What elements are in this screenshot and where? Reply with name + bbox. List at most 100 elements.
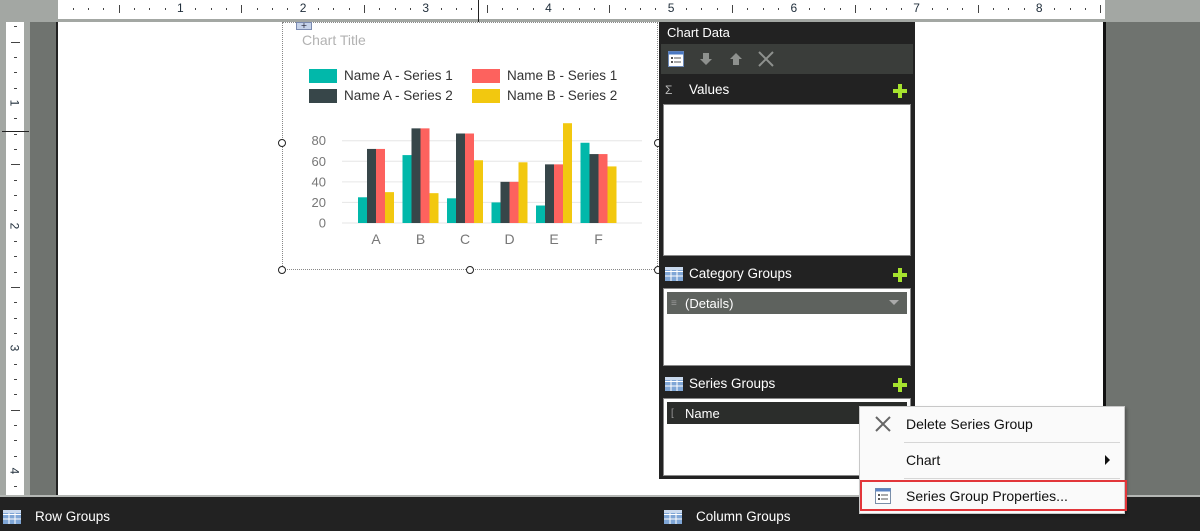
page-gutter (30, 22, 56, 495)
ruler-tick (732, 5, 734, 13)
ruler-label: 1 (177, 1, 184, 15)
ruler-tick (1008, 8, 1010, 10)
add-value-button[interactable] (893, 84, 907, 98)
chart-anchor-icon[interactable]: + (296, 22, 312, 30)
ruler-tick (701, 8, 703, 10)
bar[interactable] (402, 155, 412, 223)
vertical-ruler-cursor-marker (2, 131, 29, 132)
bar[interactable] (509, 181, 519, 223)
menu-item-chart[interactable]: Chart (860, 444, 1126, 476)
ruler-tick (716, 8, 718, 10)
ruler-tick (164, 8, 166, 10)
category-groups-drop-zone[interactable]: ≡ (Details) (663, 288, 911, 366)
grid-icon (664, 509, 682, 524)
bar[interactable] (554, 164, 563, 223)
chevron-down-icon[interactable] (889, 300, 899, 305)
legend-label: Name B - Series 1 (507, 68, 618, 83)
move-down-icon[interactable] (697, 50, 715, 68)
ruler-label: 2 (7, 222, 22, 230)
bar[interactable] (420, 128, 430, 223)
legend-item: Name B - Series 1 (472, 68, 617, 83)
ruler-tick (287, 8, 289, 10)
bar[interactable] (385, 192, 394, 223)
row-groups-label: Row Groups (35, 509, 111, 524)
bar[interactable] (580, 142, 590, 223)
ruler-tick (14, 210, 17, 212)
move-up-icon[interactable] (727, 50, 745, 68)
ruler-label: 5 (667, 1, 675, 15)
bar[interactable] (456, 133, 465, 223)
vertical-ruler: 1 2 3 4 (6, 22, 24, 495)
ruler-tick (195, 8, 197, 10)
values-drop-zone[interactable] (663, 104, 911, 256)
ruler-tick (640, 8, 642, 10)
ruler-tick (14, 440, 17, 442)
ruler-tick (14, 486, 17, 488)
add-category-group-button[interactable] (893, 268, 907, 282)
x-tick-label: A (371, 231, 381, 247)
bar[interactable] (563, 123, 572, 223)
values-section-title: Σ Values (665, 82, 729, 97)
ruler-label: 2 (299, 1, 307, 15)
bar[interactable] (500, 181, 510, 223)
ruler-tick (778, 8, 780, 10)
x-tick-label: E (549, 231, 558, 247)
series-groups-title: Series Groups (665, 376, 775, 391)
resize-handle-left[interactable] (278, 139, 286, 147)
menu-separator (904, 442, 1120, 443)
legend-label: Name A - Series 2 (344, 88, 453, 103)
ruler-tick (931, 8, 933, 10)
drag-handle-icon[interactable]: ≡ (671, 298, 685, 309)
menu-item-delete-series-group[interactable]: Delete Series Group (860, 408, 1126, 440)
add-series-group-button[interactable] (893, 378, 907, 392)
legend-item: Name A - Series 1 (309, 68, 453, 83)
bar[interactable] (367, 148, 376, 223)
ruler-tick (11, 41, 20, 43)
bar[interactable] (607, 166, 617, 223)
ruler-tick (118, 5, 120, 13)
category-group-item[interactable]: ≡ (Details) (667, 292, 907, 314)
ruler-tick (14, 302, 17, 304)
resize-handle-bottom[interactable] (466, 266, 474, 274)
ruler-tick (14, 26, 17, 28)
ruler-tick (563, 8, 565, 10)
bar[interactable] (598, 154, 608, 223)
legend-swatch (309, 88, 337, 103)
ruler-label: 6 (790, 1, 798, 15)
drag-handle-icon[interactable]: [ (671, 408, 685, 419)
bar[interactable] (536, 205, 545, 223)
bar[interactable] (376, 148, 385, 223)
ruler-tick (14, 195, 17, 197)
ruler-tick (854, 5, 856, 13)
bar[interactable] (474, 160, 483, 223)
ruler-tick (14, 179, 17, 181)
ruler-tick (11, 409, 20, 411)
chart-title[interactable]: Chart Title (302, 32, 366, 48)
properties-icon[interactable] (667, 50, 685, 68)
ruler-tick (348, 8, 350, 10)
ruler-label: 1 (7, 99, 22, 107)
bar[interactable] (447, 198, 456, 223)
bar[interactable] (411, 128, 421, 223)
bar[interactable] (589, 154, 599, 223)
horizontal-ruler: 1 2 3 4 5 6 7 8 (58, 0, 1105, 19)
ruler-tick (87, 8, 89, 10)
resize-handle-bottom-left[interactable] (278, 266, 286, 274)
ruler-tick (14, 317, 17, 319)
context-menu: Delete Series Group Chart Series Group P… (859, 406, 1127, 514)
grid-icon (665, 376, 683, 391)
bar[interactable] (518, 162, 528, 223)
delete-icon[interactable] (757, 50, 775, 68)
row-groups-header[interactable]: Row Groups (3, 509, 110, 524)
ruler-tick (900, 8, 902, 10)
ruler-tick (14, 72, 17, 74)
bar[interactable] (491, 202, 501, 223)
bar[interactable] (429, 193, 439, 223)
ruler-tick (256, 8, 258, 10)
legend-swatch (309, 68, 337, 83)
bar-chart-plot[interactable]: 0 20 40 60 80 A B C D E F (290, 110, 655, 250)
bar[interactable] (545, 164, 554, 223)
column-groups-header[interactable]: Column Groups (664, 509, 791, 524)
bar[interactable] (358, 197, 367, 223)
bar[interactable] (465, 133, 474, 223)
